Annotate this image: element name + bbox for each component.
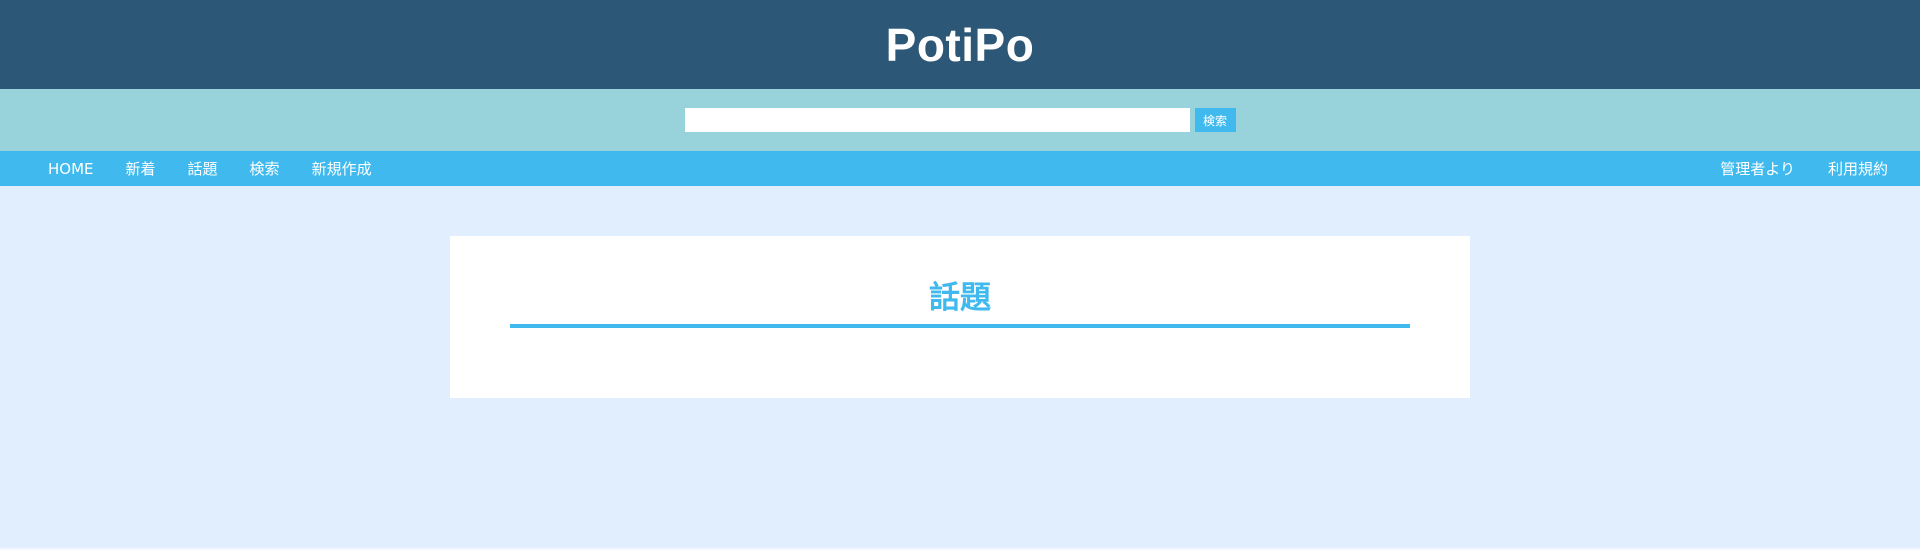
- nav-from-admin[interactable]: 管理者より: [1720, 158, 1795, 179]
- title-underline: [510, 324, 1410, 328]
- search-bar: 検索: [0, 89, 1920, 151]
- search-button[interactable]: 検索: [1194, 108, 1236, 132]
- nav-create-new[interactable]: 新規作成: [312, 158, 372, 179]
- main-navigation: HOME 新着 話題 検索 新規作成 管理者より 利用規約: [0, 151, 1920, 186]
- main-content: 話題: [0, 186, 1920, 550]
- content-card: 話題: [450, 236, 1470, 398]
- site-header: PotiPo: [0, 0, 1920, 89]
- search-input[interactable]: [684, 108, 1190, 132]
- nav-terms-of-use[interactable]: 利用規約: [1828, 158, 1888, 179]
- nav-trending[interactable]: 話題: [188, 158, 218, 179]
- nav-left-group: HOME 新着 話題 検索 新規作成: [48, 158, 372, 179]
- nav-new-arrivals[interactable]: 新着: [126, 158, 156, 179]
- card-title: 話題: [929, 280, 991, 316]
- nav-search[interactable]: 検索: [250, 158, 280, 179]
- site-title[interactable]: PotiPo: [886, 18, 1035, 72]
- nav-right-group: 管理者より 利用規約: [1720, 158, 1888, 179]
- nav-home[interactable]: HOME: [48, 160, 94, 178]
